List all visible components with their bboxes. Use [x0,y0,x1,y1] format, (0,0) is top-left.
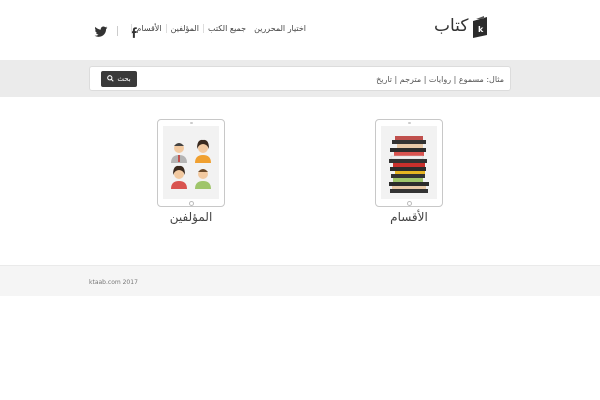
site-footer: ktaab.com 2017 [0,265,600,296]
search-button[interactable]: بحث [101,71,137,87]
search-band: بحث [0,60,600,97]
tablet-home-button [189,201,194,206]
authors-card-label[interactable]: المؤلفين [126,210,256,224]
main-nav: الأقسام المؤلفين جميع الكتب اختيار المحر… [131,24,310,33]
tablet-frame [375,119,443,207]
books-stack-icon [381,126,437,199]
site-header: الأقسام المؤلفين جميع الكتب اختيار المحر… [0,0,600,60]
social-divider [117,26,118,36]
nav-item-all-books[interactable]: جميع الكتب [202,24,250,33]
authors-card[interactable]: المؤلفين [156,118,226,230]
tablet-frame [157,119,225,207]
nav-item-sections[interactable]: الأقسام [131,24,165,33]
twitter-icon[interactable] [94,24,108,38]
search-input[interactable] [136,70,504,88]
copyright-text: ktaab.com 2017 [89,279,138,286]
svg-text:k: k [478,25,484,34]
nav-item-editors-choice[interactable]: اختيار المحررين [250,24,310,33]
search-icon [107,74,114,84]
sections-card[interactable]: الأقسام [374,118,444,230]
tablet-camera [408,122,411,124]
tablet-home-button [407,201,412,206]
search-box: بحث [89,66,511,91]
logo-text: كتاب [434,16,469,36]
nav-item-authors[interactable]: المؤلفين [165,24,203,33]
sections-card-label[interactable]: الأقسام [344,210,474,224]
book-logo-icon: k [472,15,488,39]
people-icon [163,126,219,199]
site-logo[interactable]: كتاب k [434,14,490,42]
search-button-label: بحث [117,75,131,83]
tablet-camera [190,122,193,124]
